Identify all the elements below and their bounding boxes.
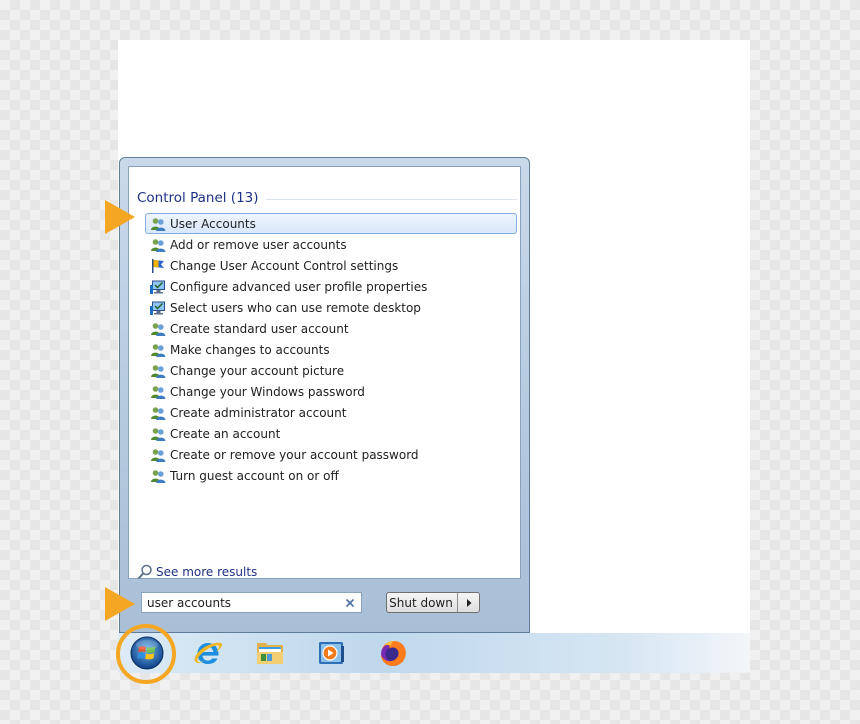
users-icon bbox=[150, 216, 166, 232]
users-icon bbox=[150, 426, 166, 442]
result-item-label: Add or remove user accounts bbox=[170, 237, 347, 252]
users-icon bbox=[150, 468, 166, 484]
result-item-label: Create an account bbox=[170, 426, 281, 441]
shutdown-options-button[interactable] bbox=[458, 593, 479, 612]
result-item-admin-account[interactable]: Create administrator account bbox=[145, 402, 517, 423]
taskbar bbox=[118, 633, 750, 673]
firefox-icon[interactable] bbox=[377, 637, 409, 669]
result-item-add-remove-accounts[interactable]: Add or remove user accounts bbox=[145, 234, 517, 255]
result-item-account-picture[interactable]: Change your account picture bbox=[145, 360, 517, 381]
result-item-user-accounts[interactable]: User Accounts bbox=[145, 213, 517, 234]
result-item-standard-account[interactable]: Create standard user account bbox=[145, 318, 517, 339]
result-item-label: Create or remove your account password bbox=[170, 447, 419, 462]
pointer-arrow-icon bbox=[105, 200, 135, 234]
result-item-label: Change your account picture bbox=[170, 363, 345, 378]
results-group-header: Control Panel (13) bbox=[137, 189, 517, 207]
media-player-icon[interactable] bbox=[315, 637, 347, 669]
shutdown-button[interactable]: Shut down bbox=[387, 593, 458, 612]
shutdown-button-group: Shut down bbox=[386, 592, 480, 613]
result-item-remote-desktop-users[interactable]: Select users who can use remote desktop bbox=[145, 297, 517, 318]
result-item-label: Change your Windows password bbox=[170, 384, 365, 399]
result-item-label: Make changes to accounts bbox=[170, 342, 330, 357]
users-icon bbox=[150, 342, 166, 358]
search-box[interactable] bbox=[141, 592, 362, 613]
result-item-label: Select users who can use remote desktop bbox=[170, 300, 421, 315]
group-title[interactable]: Control Panel (13) bbox=[137, 190, 259, 206]
chevron-right-icon bbox=[466, 598, 471, 607]
result-item-label: Change User Account Control settings bbox=[170, 258, 399, 273]
result-item-label: Create administrator account bbox=[170, 405, 347, 420]
internet-explorer-icon[interactable] bbox=[192, 637, 224, 669]
users-icon bbox=[150, 405, 166, 421]
result-item-label: User Accounts bbox=[170, 216, 256, 231]
result-item-account-password[interactable]: Create or remove your account password bbox=[145, 444, 517, 465]
result-item-label: Turn guest account on or off bbox=[170, 468, 339, 483]
see-more-results-link[interactable]: See more results bbox=[137, 564, 257, 580]
users-icon bbox=[150, 447, 166, 463]
users-icon bbox=[150, 363, 166, 379]
search-input[interactable] bbox=[142, 593, 342, 612]
computer-icon bbox=[150, 300, 166, 316]
clear-search-icon[interactable] bbox=[342, 595, 358, 611]
search-results-pane: Control Panel (13) User Accounts Add or … bbox=[128, 166, 521, 580]
search-icon bbox=[137, 564, 152, 580]
uac-flag-icon bbox=[150, 258, 166, 274]
result-item-make-changes[interactable]: Make changes to accounts bbox=[145, 339, 517, 360]
result-item-label: Configure advanced user profile properti… bbox=[170, 279, 428, 294]
result-item-create-account[interactable]: Create an account bbox=[145, 423, 517, 444]
file-explorer-icon[interactable] bbox=[254, 637, 286, 669]
result-item-uac-settings[interactable]: Change User Account Control settings bbox=[145, 255, 517, 276]
pointer-arrow-icon bbox=[105, 587, 135, 621]
result-item-windows-password[interactable]: Change your Windows password bbox=[145, 381, 517, 402]
result-item-profile-properties[interactable]: Configure advanced user profile properti… bbox=[145, 276, 517, 297]
result-item-guest-account[interactable]: Turn guest account on or off bbox=[145, 465, 517, 486]
group-divider bbox=[265, 198, 517, 200]
users-icon bbox=[150, 321, 166, 337]
start-menu: Control Panel (13) User Accounts Add or … bbox=[119, 157, 530, 633]
start-button-highlight-ring bbox=[116, 624, 176, 684]
users-icon bbox=[150, 384, 166, 400]
result-list: User Accounts Add or remove user account… bbox=[145, 213, 517, 486]
computer-icon bbox=[150, 279, 166, 295]
result-item-label: Create standard user account bbox=[170, 321, 349, 336]
users-icon bbox=[150, 237, 166, 253]
see-more-label: See more results bbox=[156, 565, 258, 579]
